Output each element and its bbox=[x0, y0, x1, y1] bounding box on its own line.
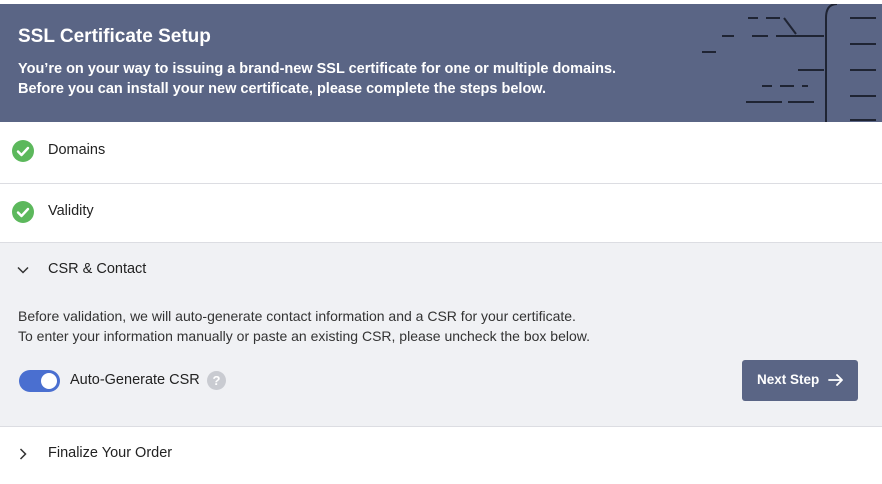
circuit-decoration-icon bbox=[702, 4, 876, 122]
auto-generate-csr-toggle[interactable] bbox=[19, 370, 60, 392]
csr-description: Before validation, we will auto-generate… bbox=[18, 306, 590, 346]
chevron-right-icon bbox=[19, 448, 27, 460]
step-finalize-order[interactable]: Finalize Your Order bbox=[0, 427, 882, 484]
step-validity-header[interactable]: Validity bbox=[0, 183, 882, 241]
chevron-down-icon bbox=[17, 266, 29, 274]
csr-description-line-1: Before validation, we will auto-generate… bbox=[18, 308, 576, 324]
auto-generate-csr-label: Auto-Generate CSR bbox=[70, 372, 200, 388]
step-finalize-order-label: Finalize Your Order bbox=[48, 445, 173, 461]
check-circle-icon bbox=[12, 140, 34, 162]
csr-description-line-2: To enter your information manually or pa… bbox=[18, 328, 590, 344]
header-description-line-2: Before you can install your new certific… bbox=[18, 81, 547, 97]
step-validity-label: Validity bbox=[48, 203, 94, 219]
header-description-line-1: You’re on your way to issuing a brand-ne… bbox=[18, 61, 617, 77]
next-step-button[interactable]: Next Step bbox=[742, 360, 858, 401]
step-validity[interactable]: Validity bbox=[0, 184, 882, 243]
step-finalize-order-header[interactable]: Finalize Your Order bbox=[0, 425, 882, 483]
help-icon[interactable]: ? bbox=[207, 371, 226, 390]
toggle-knob bbox=[41, 373, 57, 389]
step-domains-label: Domains bbox=[48, 142, 106, 158]
step-csr-contact-header[interactable]: CSR & Contact bbox=[0, 241, 882, 299]
header-description: You’re on your way to issuing a brand-ne… bbox=[18, 59, 658, 99]
check-circle-icon bbox=[12, 201, 34, 223]
page-title: SSL Certificate Setup bbox=[18, 26, 211, 47]
page-header: SSL Certificate Setup You’re on your way… bbox=[0, 4, 882, 122]
step-csr-contact-label: CSR & Contact bbox=[48, 261, 147, 277]
step-domains[interactable]: Domains bbox=[0, 122, 882, 184]
step-domains-header[interactable]: Domains bbox=[0, 122, 882, 180]
next-step-label: Next Step bbox=[757, 372, 820, 387]
arrow-right-icon bbox=[828, 374, 843, 386]
step-csr-contact: CSR & Contact Before validation, we will… bbox=[0, 243, 882, 427]
